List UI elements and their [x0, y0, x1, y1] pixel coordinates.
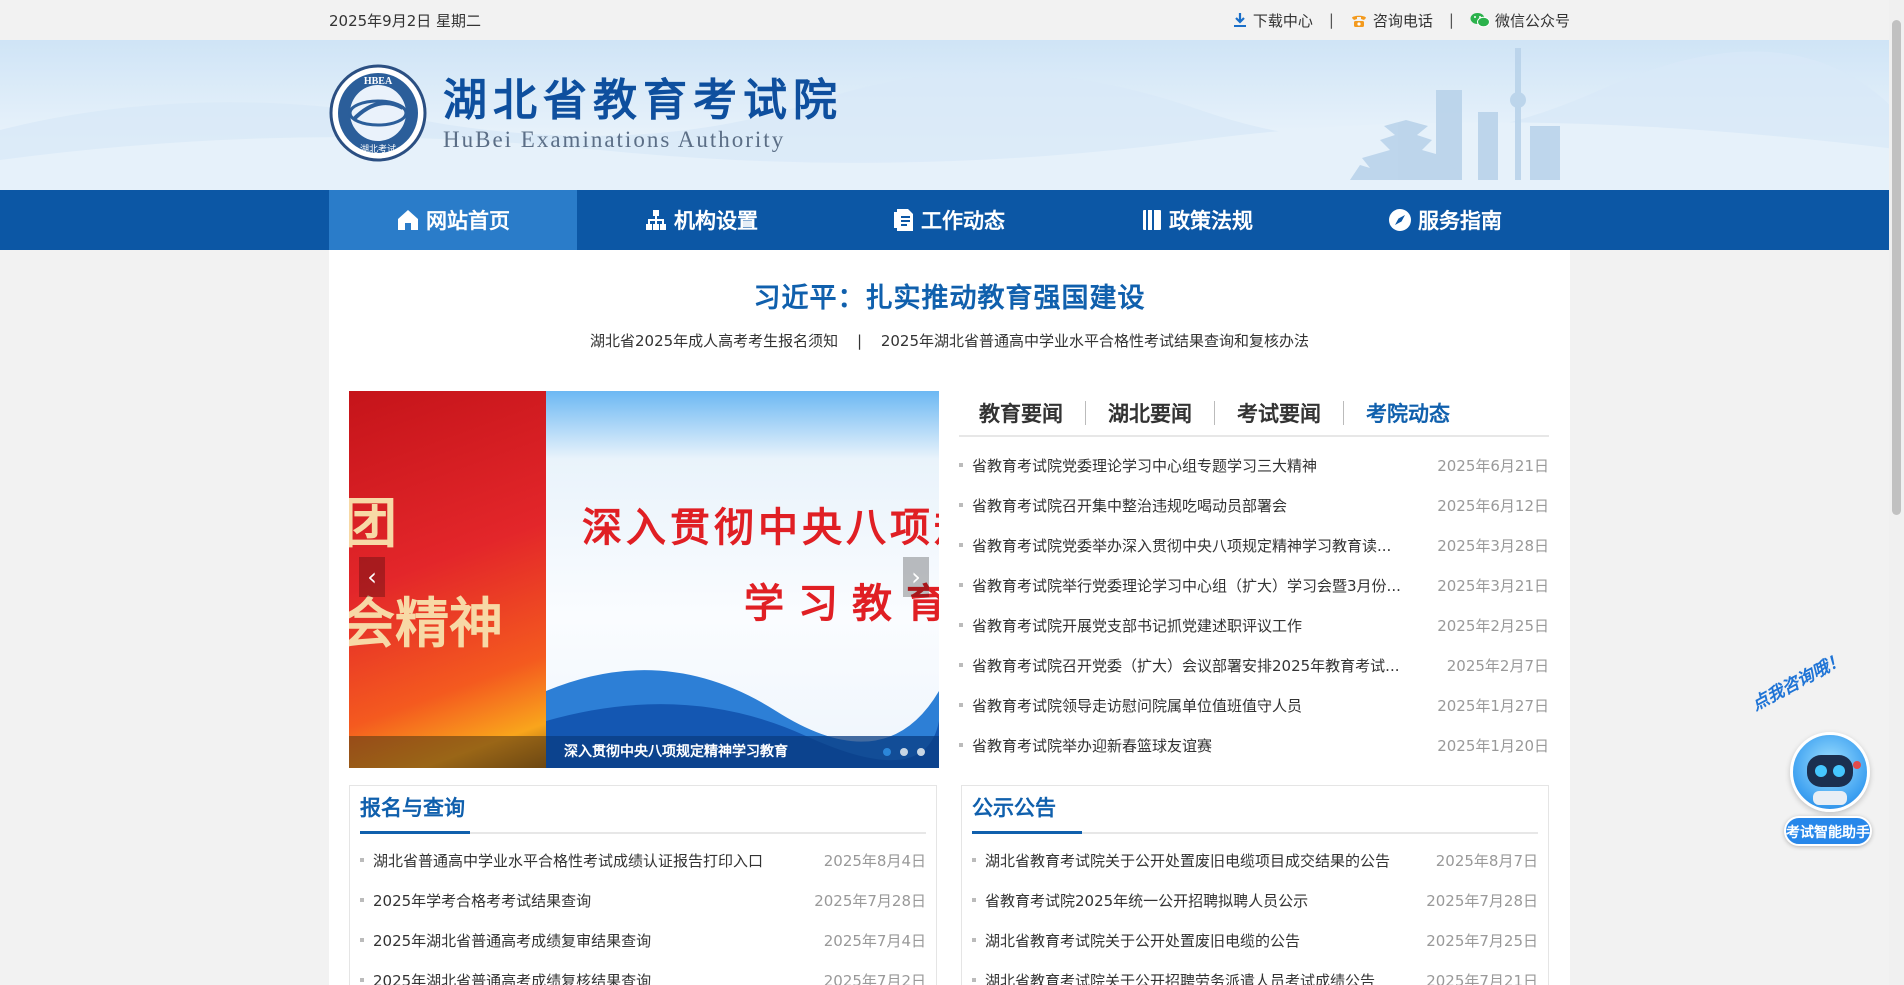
document-icon	[893, 208, 915, 232]
site-logo[interactable]: HBEA 湖北考试 湖北省教育考试院 HuBei Examinations Au…	[329, 64, 843, 162]
slide-image-current[interactable]: 深入贯彻中央八项规 学习教育	[546, 391, 939, 768]
slide-caption[interactable]: 深入贯彻中央八项规定精神学习教育	[546, 736, 939, 768]
list-item[interactable]: 省教育考试院党委理论学习中心组专题学习三大精神 2025年6月21日	[959, 445, 1549, 485]
consult-phone-link[interactable]: 咨询电话	[1350, 10, 1433, 31]
top-bar: 2025年9月2日 星期二 下载中心 | 咨询电话 | 微信公众号	[0, 0, 1904, 40]
svg-text:湖北考试: 湖北考试	[360, 143, 396, 155]
phone-icon	[1350, 12, 1368, 28]
list-item[interactable]: 省教育考试院党委举办深入贯彻中央八项规定精神学习教育读... 2025年3月28日	[959, 525, 1549, 565]
slider-dot[interactable]	[917, 748, 925, 756]
org-chart-icon	[644, 208, 668, 232]
register-query-panel: 报名与查询 湖北省普通高中学业水平合格性考试成绩认证报告打印入口 2025年8月4…	[349, 785, 937, 985]
slider-prev-button[interactable]: ‹	[359, 557, 385, 597]
download-center-link[interactable]: 下载中心	[1232, 10, 1313, 31]
list-item[interactable]: 省教育考试院2025年统一公开招聘拟聘人员公示 2025年7月28日	[972, 880, 1538, 920]
book-icon	[1141, 208, 1163, 232]
wechat-icon	[1470, 12, 1490, 28]
site-title-cn: 湖北省教育考试院	[443, 75, 843, 126]
list-item[interactable]: 省教育考试院召开党委（扩大）会议部署安排2025年教育考试... 2025年2月7…	[959, 645, 1549, 685]
list-item[interactable]: 2025年湖北省普通高考成绩复审结果查询 2025年7月4日	[360, 920, 926, 960]
list-item[interactable]: 省教育考试院举办迎新春篮球友谊赛 2025年1月20日	[959, 725, 1549, 765]
slider-dots	[883, 748, 925, 756]
main-content: 习近平：扎实推动教育强国建设 湖北省2025年成人高考考生报名须知 | 2025…	[329, 250, 1570, 985]
list-item[interactable]: 省教育考试院举行党委理论学习中心组（扩大）学习会暨3月份... 2025年3月21…	[959, 565, 1549, 605]
panel-title[interactable]: 报名与查询	[360, 786, 465, 830]
top-links: 下载中心 | 咨询电话 | 微信公众号	[1232, 10, 1570, 31]
tab-hubei-news[interactable]: 湖北要闻	[1108, 398, 1192, 428]
list-item[interactable]: 2025年湖北省普通高考成绩复核结果查询 2025年7月2日	[360, 960, 926, 985]
tab-education-news[interactable]: 教育要闻	[979, 398, 1063, 428]
main-nav: 网站首页 机构设置 工作动态 政策法规 服务指南	[0, 190, 1904, 250]
nav-home[interactable]: 网站首页	[329, 190, 577, 250]
wechat-official-link[interactable]: 微信公众号	[1470, 10, 1570, 31]
nav-service-guide[interactable]: 服务指南	[1321, 190, 1569, 250]
nav-policy[interactable]: 政策法规	[1073, 190, 1321, 250]
sub-headlines: 湖北省2025年成人高考考生报名须知 | 2025年湖北省普通高中学业水平合格性…	[590, 332, 1309, 350]
robot-icon	[1790, 732, 1870, 812]
list-item[interactable]: 湖北省教育考试院关于公开处置废旧电缆的公告 2025年7月25日	[972, 920, 1538, 960]
tab-exam-news[interactable]: 考试要闻	[1237, 398, 1321, 428]
scroll-thumb[interactable]	[1892, 20, 1901, 515]
list-item[interactable]: 湖北省教育考试院关于公开处置废旧电缆项目成交结果的公告 2025年8月7日	[972, 840, 1538, 880]
image-slider[interactable]: 团 会精神 深入贯彻中央八项规 学习教育 深入贯彻中央八项规定精神学习教育 ‹ …	[349, 391, 939, 768]
headline-link[interactable]: 习近平：扎实推动教育强国建设	[329, 250, 1570, 320]
list-item[interactable]: 省教育考试院召开集中整治违规吃喝动员部署会 2025年6月12日	[959, 485, 1549, 525]
download-icon	[1232, 12, 1248, 28]
public-notice-panel: 公示公告 湖北省教育考试院关于公开处置废旧电缆项目成交结果的公告 2025年8月7…	[961, 785, 1549, 985]
list-item[interactable]: 湖北省普通高中学业水平合格性考试成绩认证报告打印入口 2025年8月4日	[360, 840, 926, 880]
assistant-bubble-text: 点我咨询哦！	[1748, 649, 1849, 715]
nav-organization[interactable]: 机构设置	[577, 190, 825, 250]
news-list: 省教育考试院党委理论学习中心组专题学习三大精神 2025年6月21日 省教育考试院…	[959, 445, 1549, 765]
slider-next-button[interactable]: ›	[903, 557, 929, 597]
home-icon	[396, 208, 420, 232]
panel-title[interactable]: 公示公告	[972, 786, 1056, 830]
hbea-seal-icon: HBEA 湖北考试	[329, 64, 427, 162]
slider-dot[interactable]	[883, 748, 891, 756]
assistant-label: 考试智能助手	[1784, 816, 1872, 846]
compass-icon	[1388, 208, 1412, 232]
sub-headline-link[interactable]: 2025年湖北省普通高中学业水平合格性考试结果查询和复核办法	[881, 332, 1309, 350]
news-tabs: 教育要闻 湖北要闻 考试要闻 考院动态	[959, 391, 1549, 437]
current-date: 2025年9月2日 星期二	[329, 11, 482, 30]
list-item[interactable]: 省教育考试院开展党支部书记抓党建述职评议工作 2025年2月25日	[959, 605, 1549, 645]
list-item[interactable]: 湖北省教育考试院关于公开招聘劳务派遣人员考试成绩公告 2025年7月21日	[972, 960, 1538, 985]
header-banner: HBEA 湖北考试 湖北省教育考试院 HuBei Examinations Au…	[0, 40, 1904, 190]
list-item[interactable]: 2025年学考合格考考试结果查询 2025年7月28日	[360, 880, 926, 920]
nav-work-news[interactable]: 工作动态	[825, 190, 1073, 250]
svg-text:HBEA: HBEA	[364, 76, 393, 87]
ai-assistant-widget[interactable]: 点我咨询哦！ 考试智能助手	[1749, 649, 1876, 860]
list-item[interactable]: 省教育考试院领导走访慰问院属单位值班值守人员 2025年1月27日	[959, 685, 1549, 725]
site-title-en: HuBei Examinations Authority	[443, 127, 786, 152]
news-panel: 教育要闻 湖北要闻 考试要闻 考院动态 省教育考试院党委理论学习中心组专题学习三…	[959, 391, 1549, 765]
page-scrollbar[interactable]	[1889, 0, 1904, 985]
tab-institute-news[interactable]: 考院动态	[1366, 398, 1450, 428]
banner-landscape	[0, 48, 1904, 190]
slider-dot[interactable]	[900, 748, 908, 756]
sub-headline-link[interactable]: 湖北省2025年成人高考考生报名须知	[590, 332, 838, 350]
